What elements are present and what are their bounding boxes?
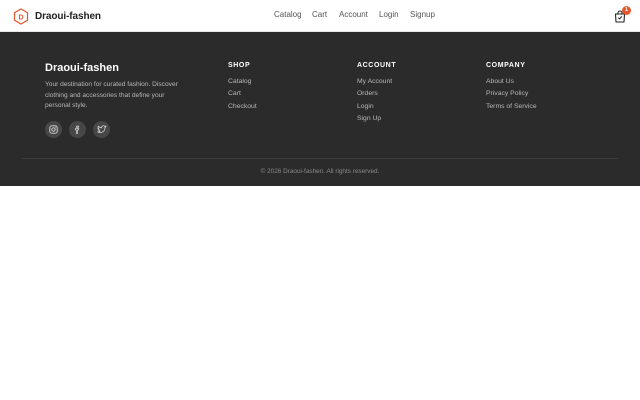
footer-link-about-us[interactable]: About Us <box>486 78 537 90</box>
footer-description: Your destination for curated fashion. Di… <box>45 81 178 109</box>
footer-link-cart[interactable]: Cart <box>228 90 257 102</box>
nav-link-account[interactable]: Account <box>339 10 368 19</box>
nav-link-login[interactable]: Login <box>379 10 399 19</box>
footer-link-sign-up[interactable]: Sign Up <box>357 115 396 127</box>
footer-link-terms-of-service[interactable]: Terms of Service <box>486 103 537 115</box>
nav-link-signup[interactable]: Signup <box>410 10 435 19</box>
instagram-button[interactable] <box>45 121 62 138</box>
footer-link-login[interactable]: Login <box>357 103 396 115</box>
footer-account-heading: ACCOUNT <box>357 62 397 69</box>
nav-link-catalog[interactable]: Catalog <box>274 10 302 19</box>
brand-name: Draoui-fashen <box>35 10 101 22</box>
social-links <box>45 121 117 138</box>
facebook-button[interactable] <box>69 121 86 138</box>
hexagon-logo-icon: D <box>13 7 29 25</box>
footer-link-privacy-policy[interactable]: Privacy Policy <box>486 90 537 102</box>
footer-company-column: COMPANY About Us Privacy Policy Terms of… <box>486 62 537 115</box>
twitter-button[interactable] <box>93 121 110 138</box>
footer-link-my-account[interactable]: My Account <box>357 78 396 90</box>
footer-divider <box>22 158 618 159</box>
footer-link-orders[interactable]: Orders <box>357 90 396 102</box>
cart-button[interactable]: 1 <box>612 6 631 26</box>
footer-shop-heading: SHOP <box>228 62 251 69</box>
copyright-text: © 2026 Draoui-fashen. All rights reserve… <box>260 168 380 175</box>
footer-brand-name: Draoui-fashen <box>45 62 119 74</box>
cart-count-badge: 1 <box>622 6 631 15</box>
footer-link-checkout[interactable]: Checkout <box>228 103 257 115</box>
instagram-icon <box>49 125 58 134</box>
footer-account-column: ACCOUNT My Account Orders Login Sign Up <box>357 62 396 128</box>
site-footer: Draoui-fashen Your destination for curat… <box>0 32 640 186</box>
footer-shop-column: SHOP Catalog Cart Checkout <box>228 62 257 115</box>
facebook-icon <box>75 125 80 134</box>
footer-company-heading: COMPANY <box>486 62 526 69</box>
nav-link-cart[interactable]: Cart <box>312 10 327 19</box>
top-navbar: D Draoui-fashen Catalog Cart Account Log… <box>0 0 640 32</box>
twitter-icon <box>96 125 106 133</box>
brand-home-link[interactable]: D Draoui-fashen <box>13 7 101 25</box>
logo-letter: D <box>18 14 23 21</box>
footer-link-catalog[interactable]: Catalog <box>228 78 257 90</box>
